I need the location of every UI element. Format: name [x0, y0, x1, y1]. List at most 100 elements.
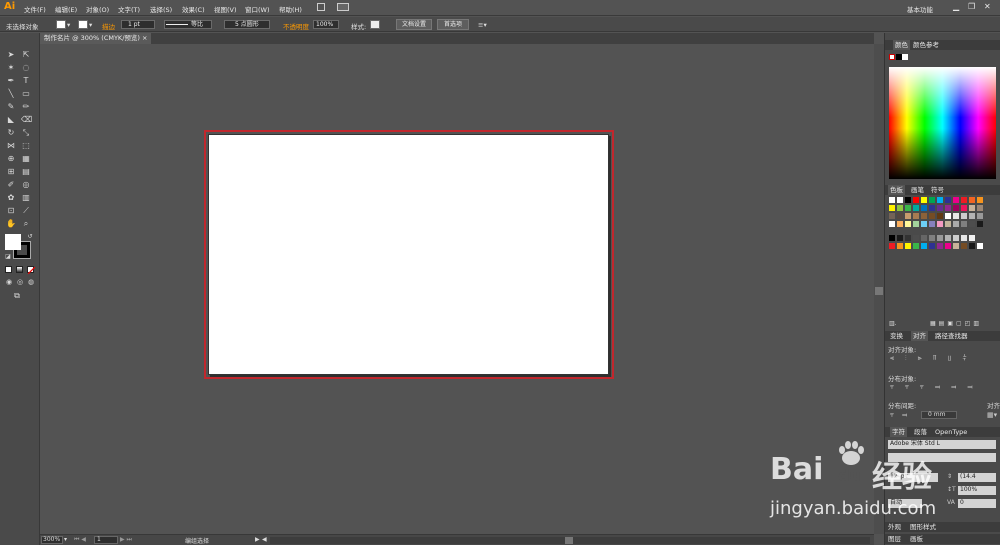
- color-swatch[interactable]: [945, 235, 951, 241]
- color-swatch[interactable]: [953, 213, 959, 219]
- artboard-navigator-field[interactable]: 1: [94, 536, 118, 544]
- scale-tool-icon[interactable]: ⤡: [21, 128, 31, 137]
- color-swatch[interactable]: [969, 205, 975, 211]
- artboard[interactable]: [208, 134, 609, 375]
- mesh-tool-icon[interactable]: ⊞: [6, 167, 16, 176]
- document-tab[interactable]: 制作名片 @ 300% (CMYK/预览) ×: [40, 33, 152, 44]
- color-swatch[interactable]: [977, 197, 983, 203]
- color-swatch[interactable]: [897, 243, 903, 249]
- color-swatch[interactable]: [921, 243, 927, 249]
- type-tool-icon[interactable]: T: [21, 76, 31, 85]
- tab-graphic-styles[interactable]: 图形样式: [910, 522, 936, 532]
- color-swatch[interactable]: [977, 213, 983, 219]
- tab-align[interactable]: 对齐: [911, 331, 928, 341]
- color-swatch[interactable]: [897, 221, 903, 227]
- stroke-dropdown-icon[interactable]: ▾: [89, 21, 92, 29]
- direct-selection-tool-icon[interactable]: ⇱: [21, 50, 31, 59]
- free-transform-tool-icon[interactable]: ⬚: [21, 141, 31, 150]
- color-swatch[interactable]: [905, 243, 911, 249]
- fill-dropdown-icon[interactable]: ▾: [67, 21, 70, 29]
- hand-tool-icon[interactable]: ✋: [6, 219, 16, 228]
- width-tool-icon[interactable]: ⋈: [6, 141, 16, 150]
- color-swatch[interactable]: [937, 205, 943, 211]
- color-swatch[interactable]: [889, 213, 895, 219]
- tab-transform[interactable]: 变换: [890, 331, 903, 341]
- color-swatch[interactable]: [889, 243, 895, 249]
- default-colors-icon[interactable]: ◪: [3, 252, 13, 261]
- color-swatch[interactable]: [905, 221, 911, 227]
- blend-tool-icon[interactable]: ◎: [21, 180, 31, 189]
- zoom-dropdown-icon[interactable]: ▾: [64, 536, 67, 543]
- tab-swatches[interactable]: 色板: [888, 185, 905, 195]
- menu-type[interactable]: 文字(T): [118, 4, 140, 14]
- color-swatch[interactable]: [921, 213, 927, 219]
- color-swatch[interactable]: [953, 197, 959, 203]
- color-swatch[interactable]: [913, 221, 919, 227]
- menu-window[interactable]: 窗口(W): [245, 4, 270, 14]
- color-swatch[interactable]: [913, 213, 919, 219]
- shape-builder-tool-icon[interactable]: ⊕: [6, 154, 16, 163]
- color-swatch[interactable]: [897, 235, 903, 241]
- color-swatch[interactable]: [953, 221, 959, 227]
- color-swatch[interactable]: [977, 243, 983, 249]
- draw-inside-icon[interactable]: ◍: [26, 278, 36, 287]
- color-swatch[interactable]: [961, 235, 967, 241]
- rectangle-tool-icon[interactable]: ▭: [21, 89, 31, 98]
- color-swatch[interactable]: [937, 213, 943, 219]
- color-swatch[interactable]: [945, 213, 951, 219]
- color-swatch[interactable]: [929, 243, 935, 249]
- line-tool-icon[interactable]: ╲: [6, 89, 16, 98]
- draw-normal-icon[interactable]: ◉: [4, 278, 14, 287]
- align-object-buttons[interactable]: ⫷⫶⫸⫪⫫⫩: [890, 354, 978, 363]
- color-swatch[interactable]: [897, 213, 903, 219]
- color-swatch[interactable]: [889, 197, 895, 203]
- draw-behind-icon[interactable]: ◎: [15, 278, 25, 287]
- color-swatch[interactable]: [953, 235, 959, 241]
- menu-object[interactable]: 对象(O): [86, 4, 109, 14]
- eraser-tool-icon[interactable]: ⌫: [21, 115, 32, 124]
- tab-paragraph[interactable]: 段落: [914, 427, 927, 437]
- color-swatch[interactable]: [921, 235, 927, 241]
- arrange-documents-icon[interactable]: [337, 3, 349, 11]
- color-swatch[interactable]: [961, 213, 967, 219]
- color-swatch[interactable]: [953, 243, 959, 249]
- scroll-left-icon[interactable]: ◀: [262, 536, 267, 543]
- stroke-weight-field[interactable]: 1 pt: [121, 20, 155, 29]
- color-swatch[interactable]: [929, 235, 935, 241]
- color-swatch[interactable]: [921, 205, 927, 211]
- menu-effect[interactable]: 效果(C): [182, 4, 205, 14]
- color-swatch[interactable]: [889, 205, 895, 211]
- menu-edit[interactable]: 编辑(E): [55, 4, 77, 14]
- brush-select[interactable]: 5 点圆形: [224, 20, 270, 29]
- color-swatch[interactable]: [889, 221, 895, 227]
- selection-tool-icon[interactable]: ➤: [6, 50, 16, 59]
- status-menu-icon[interactable]: ▶: [255, 536, 260, 543]
- bridge-icon[interactable]: [317, 3, 325, 11]
- close-icon[interactable]: ✕: [984, 2, 991, 11]
- align-to-select-icon[interactable]: ▦▾: [987, 411, 997, 419]
- color-swatch[interactable]: [961, 197, 967, 203]
- color-spectrum[interactable]: [889, 67, 996, 179]
- white-swatch[interactable]: [902, 54, 908, 60]
- tab-brushes[interactable]: 画笔: [911, 185, 924, 195]
- tab-character[interactable]: 字符: [890, 427, 907, 437]
- blob-brush-tool-icon[interactable]: ◣: [6, 115, 16, 124]
- paintbrush-tool-icon[interactable]: ✎: [6, 102, 16, 111]
- fill-swatch[interactable]: [56, 20, 66, 29]
- color-swatch[interactable]: [969, 243, 975, 249]
- color-swatch[interactable]: [897, 205, 903, 211]
- screen-mode-icon[interactable]: ⧉: [12, 291, 22, 300]
- color-swatch[interactable]: [921, 221, 927, 227]
- tab-layers[interactable]: 图层: [888, 534, 901, 544]
- color-swatch[interactable]: [905, 197, 911, 203]
- zoom-tool-icon[interactable]: ⌕: [21, 219, 31, 228]
- tab-symbols[interactable]: 符号: [931, 185, 944, 195]
- close-tab-icon[interactable]: ×: [142, 34, 147, 42]
- column-graph-tool-icon[interactable]: ▥: [21, 193, 31, 202]
- stroke-label[interactable]: 描边: [102, 21, 115, 31]
- panel-menu-icon[interactable]: ≡▾: [478, 21, 487, 29]
- color-swatch[interactable]: [961, 221, 967, 227]
- color-swatch[interactable]: [953, 205, 959, 211]
- spacing-field[interactable]: 0 mm: [921, 411, 957, 419]
- minimize-icon[interactable]: ▁: [953, 2, 959, 11]
